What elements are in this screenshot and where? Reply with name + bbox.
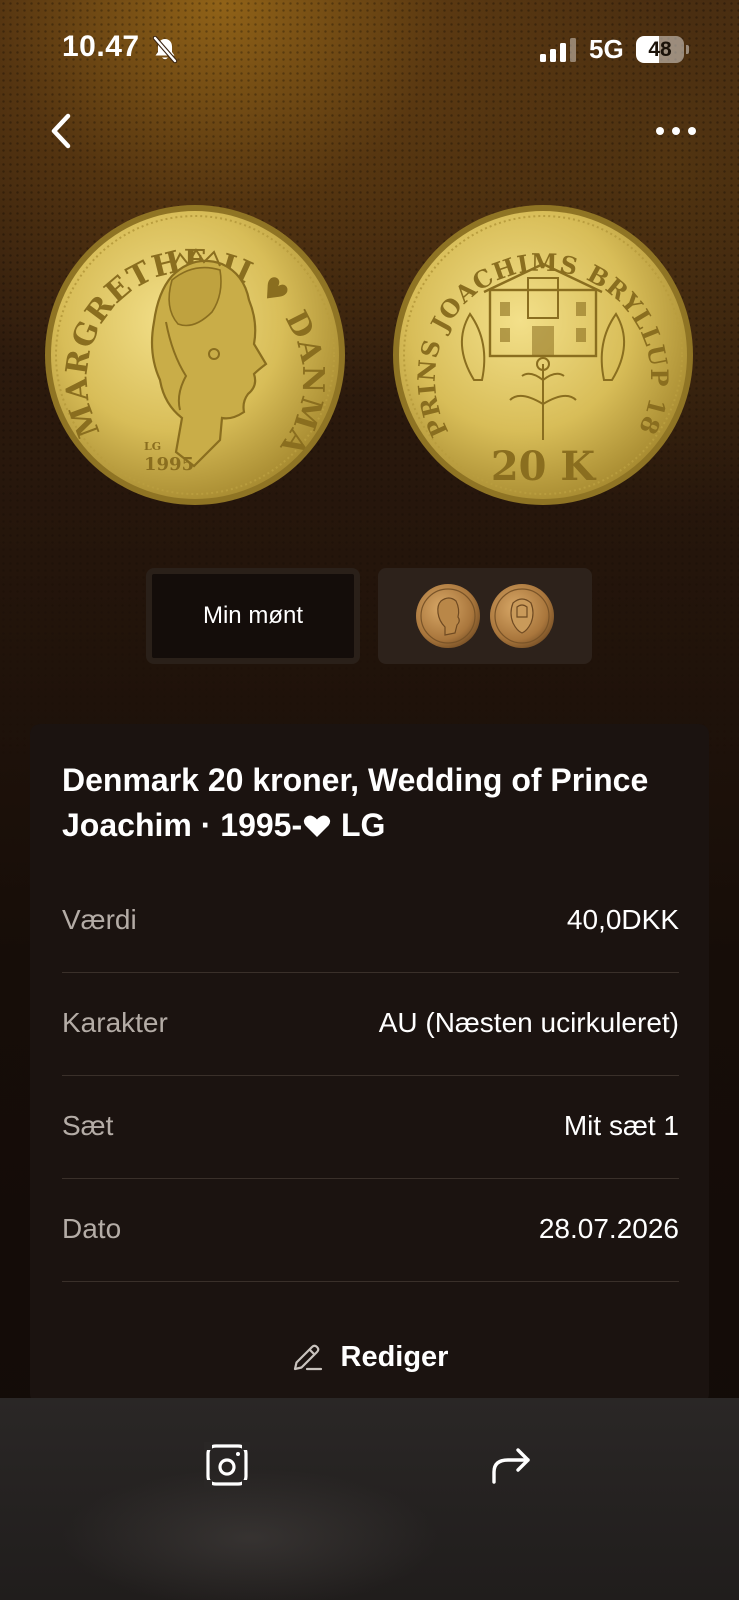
heart-icon — [303, 815, 331, 837]
coin-reverse-art: PRINS JOACHIMS BRYLLUP 18 NOVEMBER 20 K — [378, 181, 693, 505]
more-horizontal-icon — [656, 127, 696, 135]
detail-value: Mit sæt 1 — [563, 1110, 679, 1141]
share-button[interactable] — [488, 1442, 534, 1486]
edit-button-label: Rediger — [340, 1340, 449, 1373]
detail-value: 28.07.2026 — [538, 1213, 679, 1244]
chevron-left-icon — [51, 113, 71, 149]
detail-row-date: Dato 28.07.2026 — [62, 1179, 679, 1282]
detail-row-value: Værdi 40,0DKK — [62, 870, 679, 973]
detail-label: Sæt — [62, 1110, 114, 1141]
detail-row-set: Sæt Mit sæt 1 — [62, 1076, 679, 1179]
detail-value: AU (Næsten ucirkuleret) — [378, 1007, 679, 1038]
coin-obverse-art: MARGRETHE II ♥ DANMARKS DRONNING LG 1995 — [30, 177, 345, 505]
battery-icon: 48 — [636, 36, 684, 63]
detail-value: 40,0DKK — [566, 904, 679, 935]
back-button[interactable] — [44, 106, 84, 156]
coin-obverse-image[interactable]: MARGRETHE II ♥ DANMARKS DRONNING LG 1995 — [30, 177, 346, 506]
coin-title: Denmark 20 kroner, Wedding of Prince Joa… — [62, 758, 682, 848]
battery-cap — [686, 45, 689, 54]
network-type: 5G — [589, 34, 624, 64]
thumbnail-my-coin[interactable]: Min mønt — [146, 568, 360, 664]
share-arrow-icon — [492, 1448, 530, 1484]
photo-button[interactable] — [202, 1440, 252, 1490]
bell-slash-icon — [152, 36, 178, 64]
pencil-icon — [293, 1344, 322, 1371]
coin-title-mark: LG — [332, 807, 386, 843]
signal-icon — [540, 38, 576, 62]
mini-coin-obverse — [416, 584, 480, 648]
detail-row-grade: Karakter AU (Næsten ucirkuleret) — [62, 973, 679, 1076]
thumbnail-my-coin-label: Min mønt — [202, 602, 303, 629]
status-time: 10.47 — [62, 30, 140, 63]
more-options-button[interactable] — [652, 116, 700, 146]
thumbnail-reference-images[interactable] — [378, 568, 592, 664]
reverse-value: 20 K — [491, 443, 597, 490]
bottom-toolbar — [0, 1398, 739, 1600]
detail-label: Dato — [62, 1213, 122, 1244]
edit-button[interactable]: Rediger — [30, 1332, 709, 1382]
coin-reverse-image[interactable]: PRINS JOACHIMS BRYLLUP 18 NOVEMBER 20 K — [378, 181, 694, 506]
mini-coin-reverse — [490, 584, 554, 648]
status-bar: 10.47 5G 48 — [0, 0, 739, 100]
detail-label: Værdi — [62, 904, 137, 935]
obverse-mark: LG — [144, 440, 161, 453]
coin-details-card: Denmark 20 kroner, Wedding of Prince Joa… — [30, 724, 709, 1404]
photo-frame-icon — [204, 1442, 250, 1488]
battery-level: 48 — [648, 38, 672, 61]
detail-label: Karakter — [62, 1007, 168, 1038]
obverse-year: 1995 — [144, 454, 194, 475]
